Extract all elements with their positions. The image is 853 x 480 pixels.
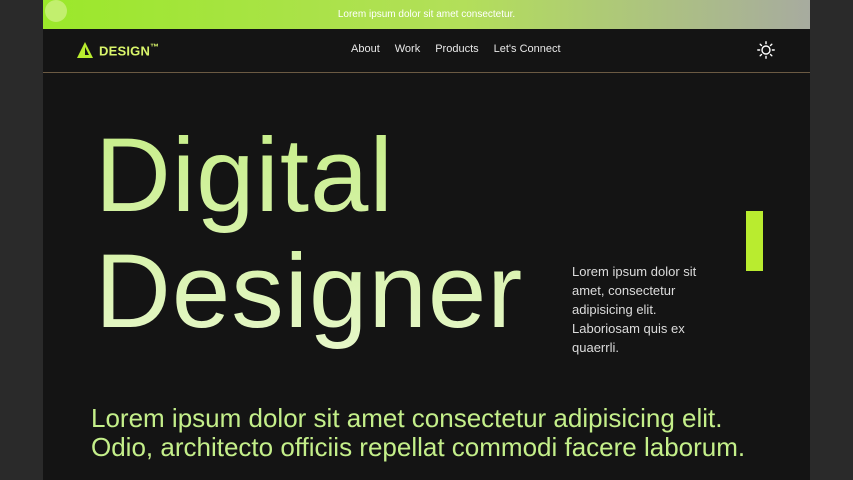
nav-link-about[interactable]: About bbox=[351, 43, 380, 55]
announcement-bar: Lorem ipsum dolor sit amet consectetur. bbox=[43, 0, 810, 29]
hero-description: Lorem ipsum dolor sit amet, consectetur … bbox=[572, 264, 697, 355]
nav-link-work[interactable]: Work bbox=[395, 43, 420, 55]
nav-link-products[interactable]: Products bbox=[435, 43, 478, 55]
brand-trademark: ™ bbox=[150, 41, 160, 52]
brand-name: DESIGN™ bbox=[99, 41, 160, 59]
accent-bar bbox=[746, 211, 763, 271]
announcement-text: Lorem ipsum dolor sit amet consectetur. bbox=[337, 9, 516, 20]
nav-links: About Work Products Let's Connect bbox=[351, 43, 576, 55]
lead-paragraph: Lorem ipsum dolor sit amet consectetur a… bbox=[91, 403, 746, 462]
hero-title-line-1: Digital bbox=[95, 117, 394, 234]
left-gutter bbox=[0, 0, 43, 480]
sun-icon[interactable] bbox=[757, 41, 775, 59]
logo[interactable]: DESIGN™ bbox=[76, 41, 159, 59]
nav-link-connect[interactable]: Let's Connect bbox=[494, 43, 561, 55]
page: Lorem ipsum dolor sit amet consectetur. … bbox=[43, 0, 810, 480]
navbar: DESIGN™ About Work Products Let's Connec… bbox=[43, 29, 810, 73]
triangle-logo-icon bbox=[77, 42, 93, 58]
hero-title-line-2: Designer bbox=[95, 233, 524, 350]
hero-title: Digital Designer bbox=[95, 118, 523, 350]
right-gutter bbox=[810, 0, 853, 480]
